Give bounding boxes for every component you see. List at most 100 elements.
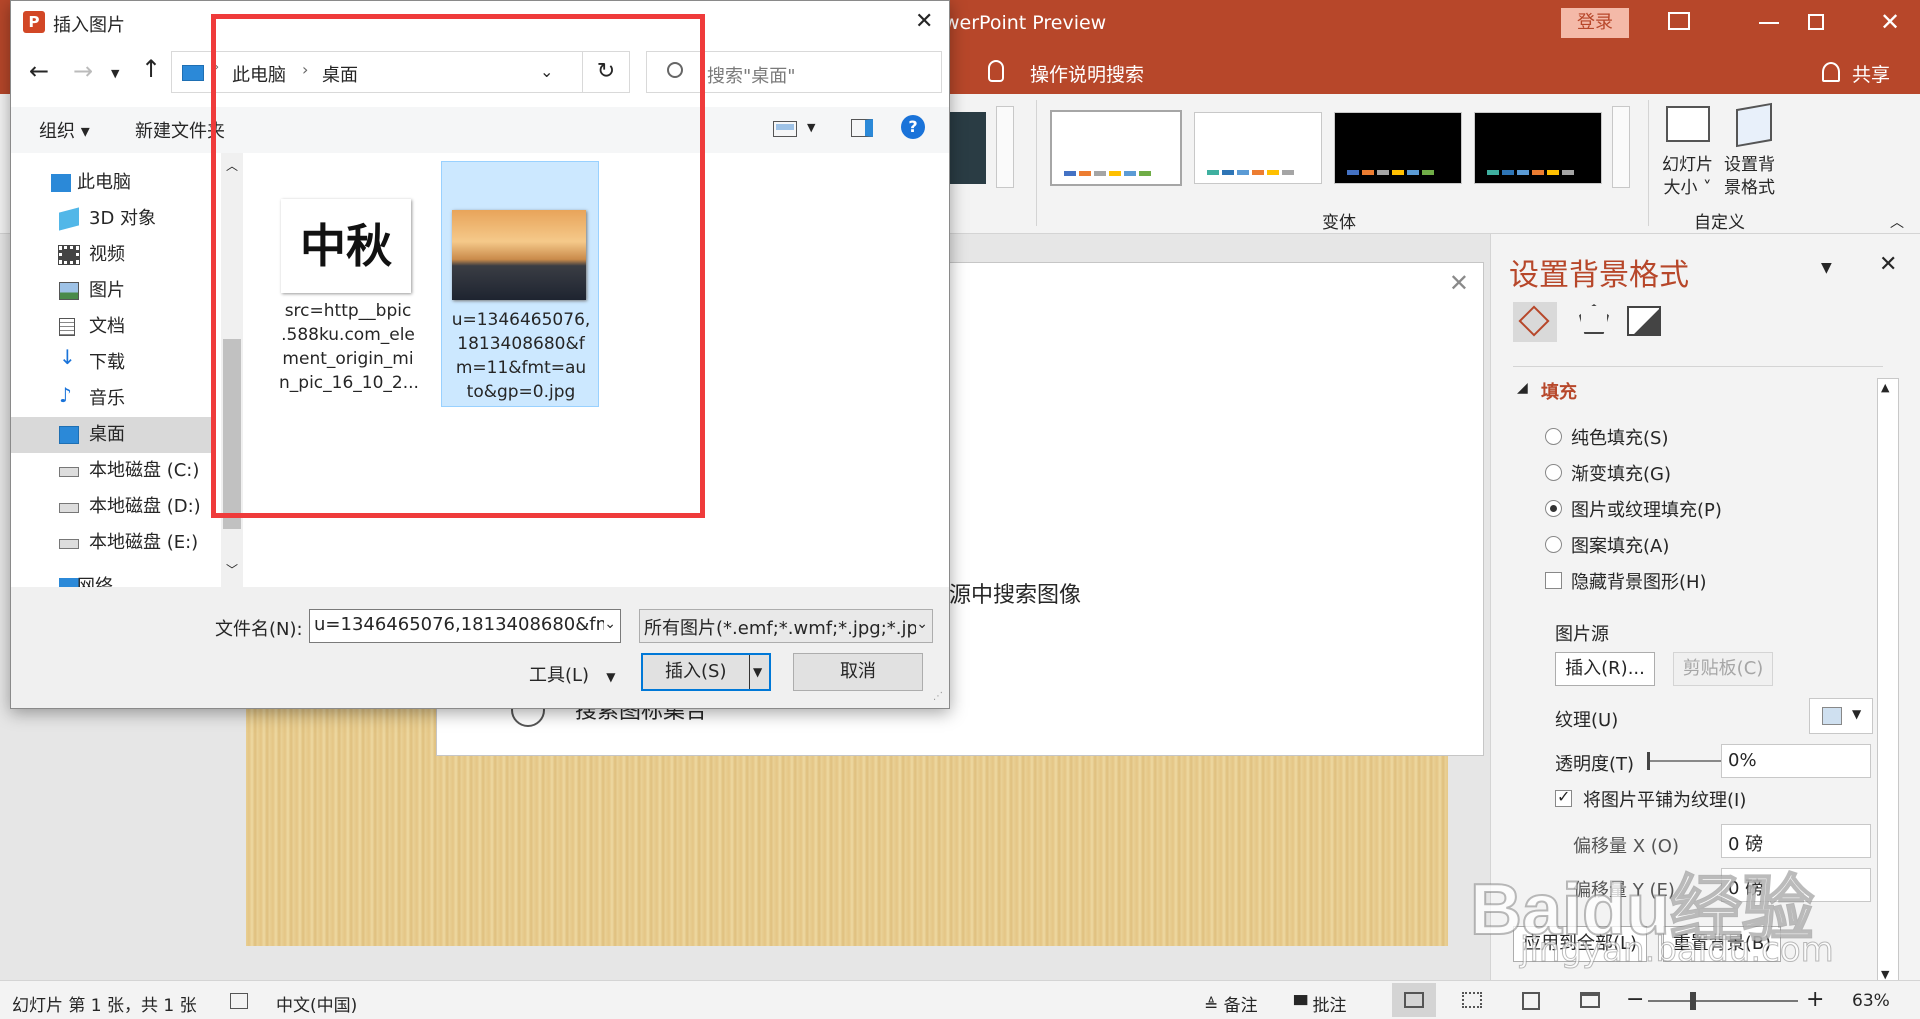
- nav-downloads[interactable]: ↓ 下载: [11, 345, 211, 381]
- variant-3[interactable]: [1334, 112, 1462, 184]
- effects-pentagon-icon[interactable]: [1579, 304, 1609, 334]
- solid-fill-label: 纯色填充(S): [1571, 428, 1669, 449]
- language-indicator[interactable]: 中文(中国): [276, 991, 357, 1016]
- slide-counter: 幻灯片 第 1 张，共 1 张: [12, 996, 197, 1016]
- close-pane-icon[interactable]: ✕: [1879, 252, 1897, 277]
- slider-thumb[interactable]: [1647, 752, 1650, 770]
- zoom-in-button[interactable]: +: [1806, 987, 1824, 1012]
- insert-split-arrow-icon[interactable]: ▼: [753, 655, 762, 689]
- share-button[interactable]: 共享: [1852, 60, 1890, 87]
- documents-icon: [59, 318, 75, 336]
- transparency-input[interactable]: 0%: [1721, 744, 1871, 778]
- tell-me-search[interactable]: 操作说明搜索: [1030, 60, 1144, 87]
- theme-scroll[interactable]: [996, 106, 1014, 188]
- pane-options-icon[interactable]: ▼: [1821, 260, 1832, 276]
- picture-fill-radio[interactable]: [1545, 500, 1562, 517]
- spellcheck-icon[interactable]: [230, 993, 248, 1009]
- close-icon[interactable]: ✕: [1449, 269, 1469, 297]
- view-options-icon[interactable]: [773, 121, 797, 137]
- zoom-slider[interactable]: [1648, 992, 1798, 1010]
- nav-network[interactable]: 网络: [11, 569, 211, 587]
- drive-icon: [59, 467, 79, 477]
- back-arrow-icon[interactable]: ←: [29, 57, 49, 85]
- login-button[interactable]: 登录: [1561, 8, 1629, 38]
- nav-drive-d[interactable]: 本地磁盘 (D:): [11, 489, 211, 525]
- minimize-icon[interactable]: [1759, 22, 1779, 24]
- transparency-slider[interactable]: [1647, 752, 1729, 770]
- restore-icon[interactable]: [1808, 14, 1824, 30]
- fill-tab[interactable]: [1513, 302, 1557, 342]
- reading-view-icon[interactable]: [1522, 992, 1540, 1010]
- recent-locations-icon[interactable]: ▼: [111, 67, 119, 80]
- filename-input[interactable]: u=1346465076,1813408680&fm ⌄: [309, 609, 621, 643]
- chevron-down-icon: ▼: [1852, 707, 1862, 721]
- scroll-down-icon[interactable]: ﹀: [226, 561, 238, 578]
- zoom-thumb[interactable]: [1690, 992, 1696, 1010]
- theme-thumbnail-partial[interactable]: [946, 112, 986, 184]
- slide-size-button[interactable]: 幻灯片 大小 ˅: [1662, 154, 1713, 200]
- format-background-icon[interactable]: [1736, 102, 1772, 148]
- nav-drive-e[interactable]: 本地磁盘 (E:): [11, 525, 211, 561]
- ribbon-display-icon[interactable]: [1668, 12, 1690, 30]
- insert-picture-button[interactable]: 插入(R)...: [1555, 652, 1655, 686]
- cancel-button[interactable]: 取消: [793, 653, 923, 691]
- variant-2[interactable]: [1194, 112, 1322, 184]
- zoom-level[interactable]: 63%: [1852, 991, 1890, 1011]
- zoom-out-button[interactable]: −: [1626, 987, 1644, 1012]
- preview-pane-icon[interactable]: [851, 119, 873, 137]
- up-arrow-icon[interactable]: ↑: [141, 55, 161, 83]
- organize-menu[interactable]: 组织 ▾: [39, 117, 90, 143]
- close-icon[interactable]: ✕: [1880, 8, 1900, 36]
- solid-fill-radio[interactable]: [1545, 428, 1562, 445]
- gradient-fill-radio[interactable]: [1545, 464, 1562, 481]
- nav-this-pc[interactable]: 此电脑: [11, 165, 211, 201]
- slideshow-icon[interactable]: [1580, 992, 1600, 1008]
- normal-view-button[interactable]: [1392, 983, 1436, 1017]
- forward-arrow-icon[interactable]: →: [73, 57, 93, 85]
- hide-bg-checkbox[interactable]: [1545, 572, 1562, 589]
- nav-desktop[interactable]: 桌面: [11, 417, 211, 453]
- section-collapse-icon[interactable]: ◢: [1517, 380, 1528, 396]
- scroll-up-icon[interactable]: ▲: [1881, 381, 1889, 394]
- dialog-close-icon[interactable]: ✕: [915, 9, 933, 34]
- hide-bg-label: 隐藏背景图形(H): [1571, 572, 1707, 593]
- lightbulb-icon: [988, 60, 1004, 82]
- 3d-objects-icon: [59, 207, 79, 231]
- insert-button[interactable]: 插入(S) ▼: [641, 653, 771, 691]
- notes-button[interactable]: ≜ 备注: [1204, 991, 1258, 1016]
- gradient-fill-label: 渐变填充(G): [1571, 464, 1671, 485]
- texture-dropdown[interactable]: ▼: [1809, 698, 1873, 734]
- resize-grip-icon[interactable]: ⋰: [933, 691, 943, 702]
- view-dropdown-icon[interactable]: ▼: [807, 121, 815, 134]
- nav-videos[interactable]: 视频: [11, 237, 211, 273]
- clipboard-button[interactable]: 剪贴板(C): [1673, 652, 1773, 686]
- nav-drive-c[interactable]: 本地磁盘 (C:): [11, 453, 211, 489]
- nav-pictures[interactable]: 图片: [11, 273, 211, 309]
- picture-source-label: 图片源: [1555, 624, 1609, 645]
- chevron-down-icon[interactable]: ⌄: [604, 616, 616, 632]
- dialog-title: 插入图片: [53, 15, 125, 36]
- nav-music[interactable]: ♪ 音乐: [11, 381, 211, 417]
- transparency-label: 透明度(T): [1555, 754, 1635, 775]
- pane-scrollbar[interactable]: ▲ ▼: [1877, 378, 1899, 984]
- filetype-select[interactable]: 所有图片(*.emf;*.wmf;*.jpg;*.jp ⌄: [639, 609, 933, 643]
- slide-sorter-icon[interactable]: [1462, 992, 1482, 1008]
- tools-menu[interactable]: 工具(L) ▼: [529, 661, 615, 687]
- nav-3d-objects[interactable]: 3D 对象: [11, 201, 211, 237]
- collapse-ribbon-icon[interactable]: ︿: [1890, 212, 1904, 232]
- variant-1[interactable]: [1050, 110, 1182, 186]
- picture-tab-icon[interactable]: [1627, 306, 1661, 336]
- pattern-fill-radio[interactable]: [1545, 536, 1562, 553]
- red-annotation-frame: [211, 14, 705, 518]
- comments-button[interactable]: ▀ 批注: [1294, 991, 1346, 1016]
- fill-section-header[interactable]: 填充: [1541, 378, 1577, 404]
- tile-checkbox[interactable]: ✓: [1555, 787, 1572, 807]
- variant-4[interactable]: [1474, 112, 1602, 184]
- nav-documents[interactable]: 文档: [11, 309, 211, 345]
- help-icon[interactable]: ?: [901, 115, 925, 139]
- slide-size-icon[interactable]: [1666, 106, 1710, 142]
- format-background-button[interactable]: 设置背 景格式: [1724, 154, 1775, 200]
- variant-scroll[interactable]: [1612, 106, 1630, 188]
- online-search-text[interactable]: 源中搜索图像: [949, 577, 1081, 609]
- pc-icon: [51, 174, 71, 192]
